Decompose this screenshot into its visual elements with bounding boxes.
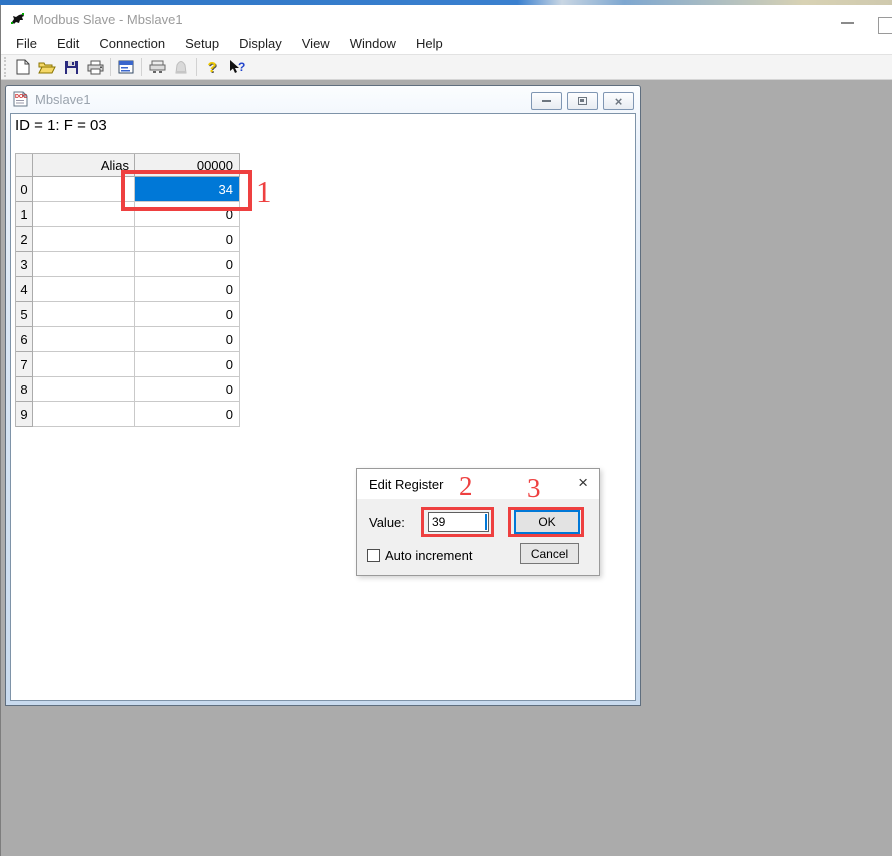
alias-cell[interactable]: [33, 377, 135, 402]
app-logo-icon: [10, 11, 26, 27]
maximize-button[interactable]: [878, 17, 892, 34]
window-title: Modbus Slave - Mbslave1: [33, 12, 183, 27]
register-value-cell[interactable]: 0: [135, 277, 240, 302]
table-row: 80: [16, 377, 240, 402]
main-titlebar: Modbus Slave - Mbslave1: [1, 5, 892, 33]
child-window-title: Mbslave1: [35, 92, 91, 107]
annotation-step-1: 1: [256, 174, 272, 210]
table-row: 50: [16, 302, 240, 327]
grid-alias-header: Alias: [33, 154, 135, 177]
menu-item-edit[interactable]: Edit: [47, 33, 89, 54]
svg-text:DOC: DOC: [15, 94, 27, 100]
print-icon[interactable]: [83, 56, 107, 78]
register-value-cell[interactable]: 0: [135, 352, 240, 377]
restore-glyph-icon: [578, 97, 587, 105]
row-header: 8: [16, 377, 33, 402]
menu-item-file[interactable]: File: [6, 33, 47, 54]
alias-cell[interactable]: [33, 252, 135, 277]
dialog-close-icon[interactable]: ×: [578, 473, 588, 493]
register-value-cell[interactable]: 0: [135, 377, 240, 402]
child-window-mbslave1: DOC Mbslave1 × ID = 1: F = 03 Alias 0000…: [5, 85, 641, 706]
child-minimize-button[interactable]: [531, 92, 562, 110]
child-client-area: ID = 1: F = 03 Alias 00000 0341020304050…: [10, 113, 636, 701]
menu-item-setup[interactable]: Setup: [175, 33, 229, 54]
table-row: 70: [16, 352, 240, 377]
alias-cell[interactable]: [33, 352, 135, 377]
annotation-step-3: 3: [527, 473, 541, 504]
register-value-cell[interactable]: 0: [135, 227, 240, 252]
alias-cell[interactable]: [33, 177, 135, 202]
close-glyph-icon: ×: [615, 95, 623, 108]
register-value-cell[interactable]: 0: [135, 302, 240, 327]
table-row: 60: [16, 327, 240, 352]
table-row: 20: [16, 227, 240, 252]
row-header: 6: [16, 327, 33, 352]
new-file-icon[interactable]: [11, 56, 35, 78]
cancel-button[interactable]: Cancel: [520, 543, 579, 564]
open-file-icon[interactable]: [35, 56, 59, 78]
child-window-controls: ×: [526, 92, 634, 110]
table-row: 40: [16, 277, 240, 302]
menu-bar: FileEditConnectionSetupDisplayViewWindow…: [1, 33, 892, 54]
svg-text:?: ?: [238, 60, 245, 74]
row-header: 4: [16, 277, 33, 302]
annotation-step-2: 2: [459, 471, 473, 502]
poll-definition-icon[interactable]: [145, 56, 169, 78]
menu-item-connection[interactable]: Connection: [89, 33, 175, 54]
row-header: 5: [16, 302, 33, 327]
toolbar-separator: [110, 58, 111, 76]
alias-cell[interactable]: [33, 277, 135, 302]
help-icon[interactable]: ?: [200, 56, 224, 78]
register-value-cell[interactable]: 0: [135, 402, 240, 427]
dialog-title: Edit Register: [369, 477, 443, 492]
child-close-button[interactable]: ×: [603, 92, 634, 110]
value-label: Value:: [369, 515, 405, 530]
table-row: 90: [16, 402, 240, 427]
child-titlebar[interactable]: DOC Mbslave1 ×: [6, 86, 640, 112]
slave-id-function-label: ID = 1: F = 03: [11, 114, 635, 134]
alias-cell[interactable]: [33, 302, 135, 327]
auto-increment-label: Auto increment: [385, 548, 472, 563]
alias-cell[interactable]: [33, 202, 135, 227]
menu-item-help[interactable]: Help: [406, 33, 453, 54]
context-help-icon[interactable]: ?: [224, 56, 248, 78]
row-header: 9: [16, 402, 33, 427]
dialog-titlebar[interactable]: Edit Register ×: [357, 469, 599, 499]
alias-cell[interactable]: [33, 227, 135, 252]
auto-increment-checkbox[interactable]: [367, 549, 380, 562]
minimize-glyph-icon: [542, 100, 551, 102]
toolbar-separator: [141, 58, 142, 76]
row-header: 2: [16, 227, 33, 252]
display-definition-icon[interactable]: [114, 56, 138, 78]
row-header: 7: [16, 352, 33, 377]
save-icon[interactable]: [59, 56, 83, 78]
menu-item-view[interactable]: View: [292, 33, 340, 54]
grid-corner-header: [16, 154, 33, 177]
table-row: 30: [16, 252, 240, 277]
menu-item-window[interactable]: Window: [340, 33, 406, 54]
toolbar-separator: [196, 58, 197, 76]
grid-body: 034102030405060708090: [16, 177, 240, 427]
document-icon: DOC: [12, 91, 29, 107]
alias-cell[interactable]: [33, 402, 135, 427]
menu-item-display[interactable]: Display: [229, 33, 292, 54]
alias-cell[interactable]: [33, 327, 135, 352]
minimize-button[interactable]: [841, 22, 854, 24]
annotation-box-value-input: [421, 507, 494, 537]
register-value-cell[interactable]: 0: [135, 252, 240, 277]
row-header: 0: [16, 177, 33, 202]
register-value-cell[interactable]: 0: [135, 327, 240, 352]
row-header: 1: [16, 202, 33, 227]
row-header: 3: [16, 252, 33, 277]
toolbar-grip[interactable]: [4, 57, 8, 77]
annotation-box-selected-cell: [121, 170, 252, 211]
communication-traffic-icon[interactable]: [169, 56, 193, 78]
child-restore-button[interactable]: [567, 92, 598, 110]
annotation-box-ok-button: [508, 507, 584, 537]
toolbar: ? ?: [1, 54, 892, 80]
